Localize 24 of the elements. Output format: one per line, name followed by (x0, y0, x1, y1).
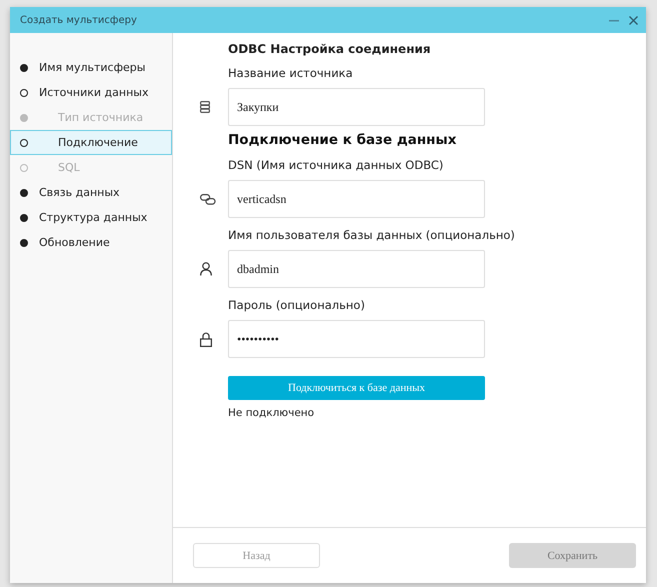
close-icon[interactable] (629, 16, 638, 24)
field-label: Пароль (опционально) (228, 298, 366, 312)
field-label: Название источника (228, 66, 354, 80)
input-field[interactable]: dbadmin (228, 250, 485, 288)
user-icon (200, 262, 212, 276)
input-field[interactable]: verticadsn (228, 180, 485, 218)
step-item[interactable]: Структура данных (10, 205, 172, 230)
field-label: DSN (Имя источника данных ODBC) (228, 158, 444, 172)
minimize-icon[interactable] (609, 18, 619, 22)
section-heading: Подключение к базе данных (228, 132, 458, 148)
lock-icon (200, 332, 212, 346)
link-icon (200, 194, 216, 204)
step-item[interactable]: Связь данных (10, 180, 172, 205)
step-item[interactable]: Подключение (10, 130, 172, 155)
connection-status: Не подключено (228, 407, 316, 419)
field-label: Имя пользователя базы данных (опционально) (228, 228, 516, 242)
input-field[interactable]: •••••••••• (228, 320, 485, 358)
step-item[interactable]: Обновление (10, 230, 172, 255)
window-title: Создать мультисферу (20, 14, 137, 26)
input-field[interactable]: Закупки (228, 88, 485, 126)
database-icon (200, 101, 210, 113)
step-item[interactable]: Источники данных (10, 80, 172, 105)
form-title: ODBC Настройка соединения (228, 42, 432, 56)
step-item[interactable]: Имя мультисферы (10, 55, 172, 80)
